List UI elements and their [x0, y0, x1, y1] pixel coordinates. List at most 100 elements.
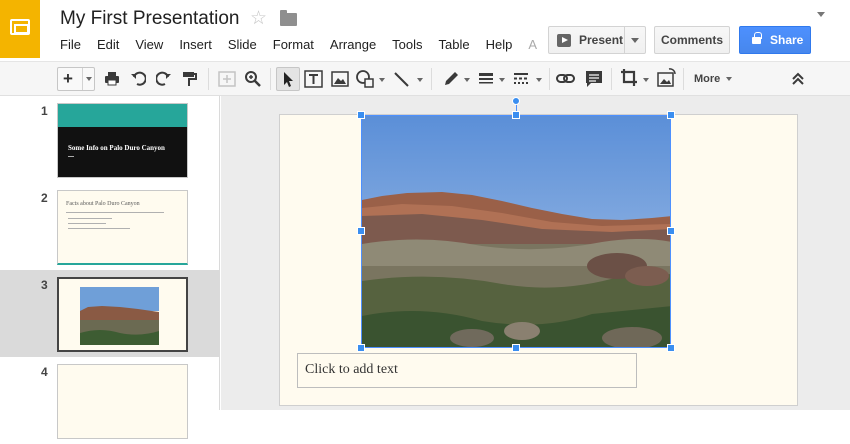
- resize-handle-top-right[interactable]: [667, 111, 675, 119]
- resize-handle-bottom[interactable]: [512, 344, 520, 352]
- resize-handle-bottom-right[interactable]: [667, 344, 675, 352]
- more-chevron-down-icon: [726, 77, 732, 81]
- toolbar-divider: [549, 68, 550, 90]
- zoom-icon[interactable]: [244, 67, 262, 91]
- menu-view[interactable]: View: [127, 35, 171, 55]
- print-icon[interactable]: [104, 67, 120, 91]
- thumb-bullet-line: [68, 223, 106, 224]
- collapse-header-chevron-down-icon[interactable]: [817, 12, 825, 17]
- toolbar-divider: [431, 68, 432, 90]
- crop-chevron-down-icon[interactable]: [643, 78, 649, 82]
- zoom-fit-icon[interactable]: [218, 67, 236, 91]
- menu-file[interactable]: File: [52, 35, 89, 55]
- present-options-chevron-down-icon[interactable]: [631, 38, 639, 43]
- toolbar-divider: [208, 68, 209, 90]
- plus-icon: +: [63, 69, 73, 88]
- shape-icon[interactable]: [354, 67, 376, 91]
- more-button[interactable]: More: [688, 67, 746, 91]
- menu-table[interactable]: Table: [431, 35, 478, 55]
- new-slide-button[interactable]: +: [57, 67, 95, 91]
- toolbar-divider: [683, 68, 684, 90]
- border-dash-chevron-down-icon[interactable]: [536, 78, 542, 82]
- slide-thumbnail[interactable]: Some Info on Palo Duro Canyon: [57, 103, 188, 178]
- shape-chevron-down-icon[interactable]: [379, 78, 385, 82]
- slide-canvas[interactable]: Click to add text: [221, 96, 850, 410]
- crop-icon[interactable]: [620, 67, 638, 91]
- collapse-toolbar-chevron-up-icon[interactable]: [790, 67, 806, 91]
- redo-icon[interactable]: [156, 67, 172, 91]
- filmstrip-slide-1[interactable]: 1 Some Info on Palo Duro Canyon: [0, 96, 219, 183]
- document-title[interactable]: My First Presentation: [60, 8, 240, 30]
- filmstrip-slide-4[interactable]: 4: [0, 357, 219, 444]
- resize-handle-top-left[interactable]: [357, 111, 365, 119]
- line-icon[interactable]: [393, 67, 411, 91]
- star-icon[interactable]: ☆: [250, 7, 267, 30]
- menu-accessibility[interactable]: A: [520, 35, 545, 55]
- thumb-text-line: [66, 212, 164, 213]
- link-icon[interactable]: [556, 67, 576, 91]
- folder-icon[interactable]: [280, 10, 297, 26]
- toolbar-divider: [270, 68, 271, 90]
- menu-format[interactable]: Format: [265, 35, 322, 55]
- menu-edit[interactable]: Edit: [89, 35, 127, 55]
- menu-arrange[interactable]: Arrange: [322, 35, 384, 55]
- toolbar-divider: [611, 68, 612, 90]
- menu-insert[interactable]: Insert: [171, 35, 220, 55]
- slide-number: 1: [41, 104, 48, 118]
- play-icon: [557, 34, 571, 47]
- menu-tools[interactable]: Tools: [384, 35, 430, 55]
- slide-number: 3: [41, 278, 48, 292]
- slide-thumbnail[interactable]: [57, 364, 188, 439]
- slide-thumbnail[interactable]: Facts about Palo Duro Canyon: [57, 190, 188, 265]
- thumb-title: Some Info on Palo Duro Canyon: [68, 144, 165, 152]
- canyon-photo-thumbnail: [80, 287, 159, 345]
- slide-number: 2: [41, 191, 48, 205]
- filmstrip-slide-3[interactable]: 3: [0, 270, 219, 357]
- resize-handle-bottom-left[interactable]: [357, 344, 365, 352]
- lock-icon: [752, 32, 762, 44]
- thumb-subtitle: [68, 156, 74, 157]
- current-slide[interactable]: Click to add text: [279, 97, 798, 406]
- border-color-pencil-icon[interactable]: [442, 67, 460, 91]
- resize-handle-right[interactable]: [667, 227, 675, 235]
- more-label: More: [694, 73, 721, 85]
- text-box-icon[interactable]: [304, 67, 324, 91]
- border-weight-chevron-down-icon[interactable]: [499, 78, 505, 82]
- app-header: My First Presentation ☆ File Edit View I…: [0, 0, 850, 61]
- image-icon[interactable]: [331, 67, 349, 91]
- share-label: Share: [770, 33, 804, 47]
- slides-logo-icon[interactable]: [0, 0, 40, 58]
- toolbar: + More: [0, 61, 850, 96]
- canyon-photo[interactable]: [361, 115, 671, 348]
- line-chevron-down-icon[interactable]: [417, 78, 423, 82]
- border-color-chevron-down-icon[interactable]: [464, 78, 470, 82]
- present-button[interactable]: Present: [548, 26, 646, 54]
- replace-image-icon[interactable]: [657, 67, 677, 91]
- resize-handle-left[interactable]: [357, 227, 365, 235]
- title-accent-band: [58, 104, 187, 127]
- undo-icon[interactable]: [130, 67, 146, 91]
- rotate-handle[interactable]: [512, 97, 520, 105]
- thumb-bullet-line: [68, 218, 112, 219]
- slide-thumbnail[interactable]: [57, 277, 188, 352]
- menu-slide[interactable]: Slide: [220, 35, 265, 55]
- thumb-bullet-line: [68, 228, 130, 229]
- share-button[interactable]: Share: [739, 26, 811, 54]
- menu-help[interactable]: Help: [478, 35, 521, 55]
- slide-filmstrip: 1 Some Info on Palo Duro Canyon 2 Facts …: [0, 96, 220, 439]
- comment-icon[interactable]: [585, 67, 603, 91]
- slide-number: 4: [41, 365, 48, 379]
- canyon-landscape-image: [362, 116, 670, 347]
- cursor-arrow-icon: [284, 72, 293, 87]
- thumb-title: Facts about Palo Duro Canyon: [66, 201, 140, 207]
- menu-bar: File Edit View Insert Slide Format Arran…: [52, 35, 545, 55]
- new-slide-layout-chevron-down-icon[interactable]: [86, 77, 92, 81]
- filmstrip-slide-2[interactable]: 2 Facts about Palo Duro Canyon: [0, 183, 219, 270]
- comments-button[interactable]: Comments: [654, 26, 730, 54]
- border-weight-icon[interactable]: [478, 67, 494, 91]
- resize-handle-top[interactable]: [512, 111, 520, 119]
- text-placeholder[interactable]: Click to add text: [297, 353, 637, 388]
- paint-format-icon[interactable]: [181, 67, 197, 91]
- select-tool-button[interactable]: [276, 67, 300, 91]
- border-dash-icon[interactable]: [513, 67, 529, 91]
